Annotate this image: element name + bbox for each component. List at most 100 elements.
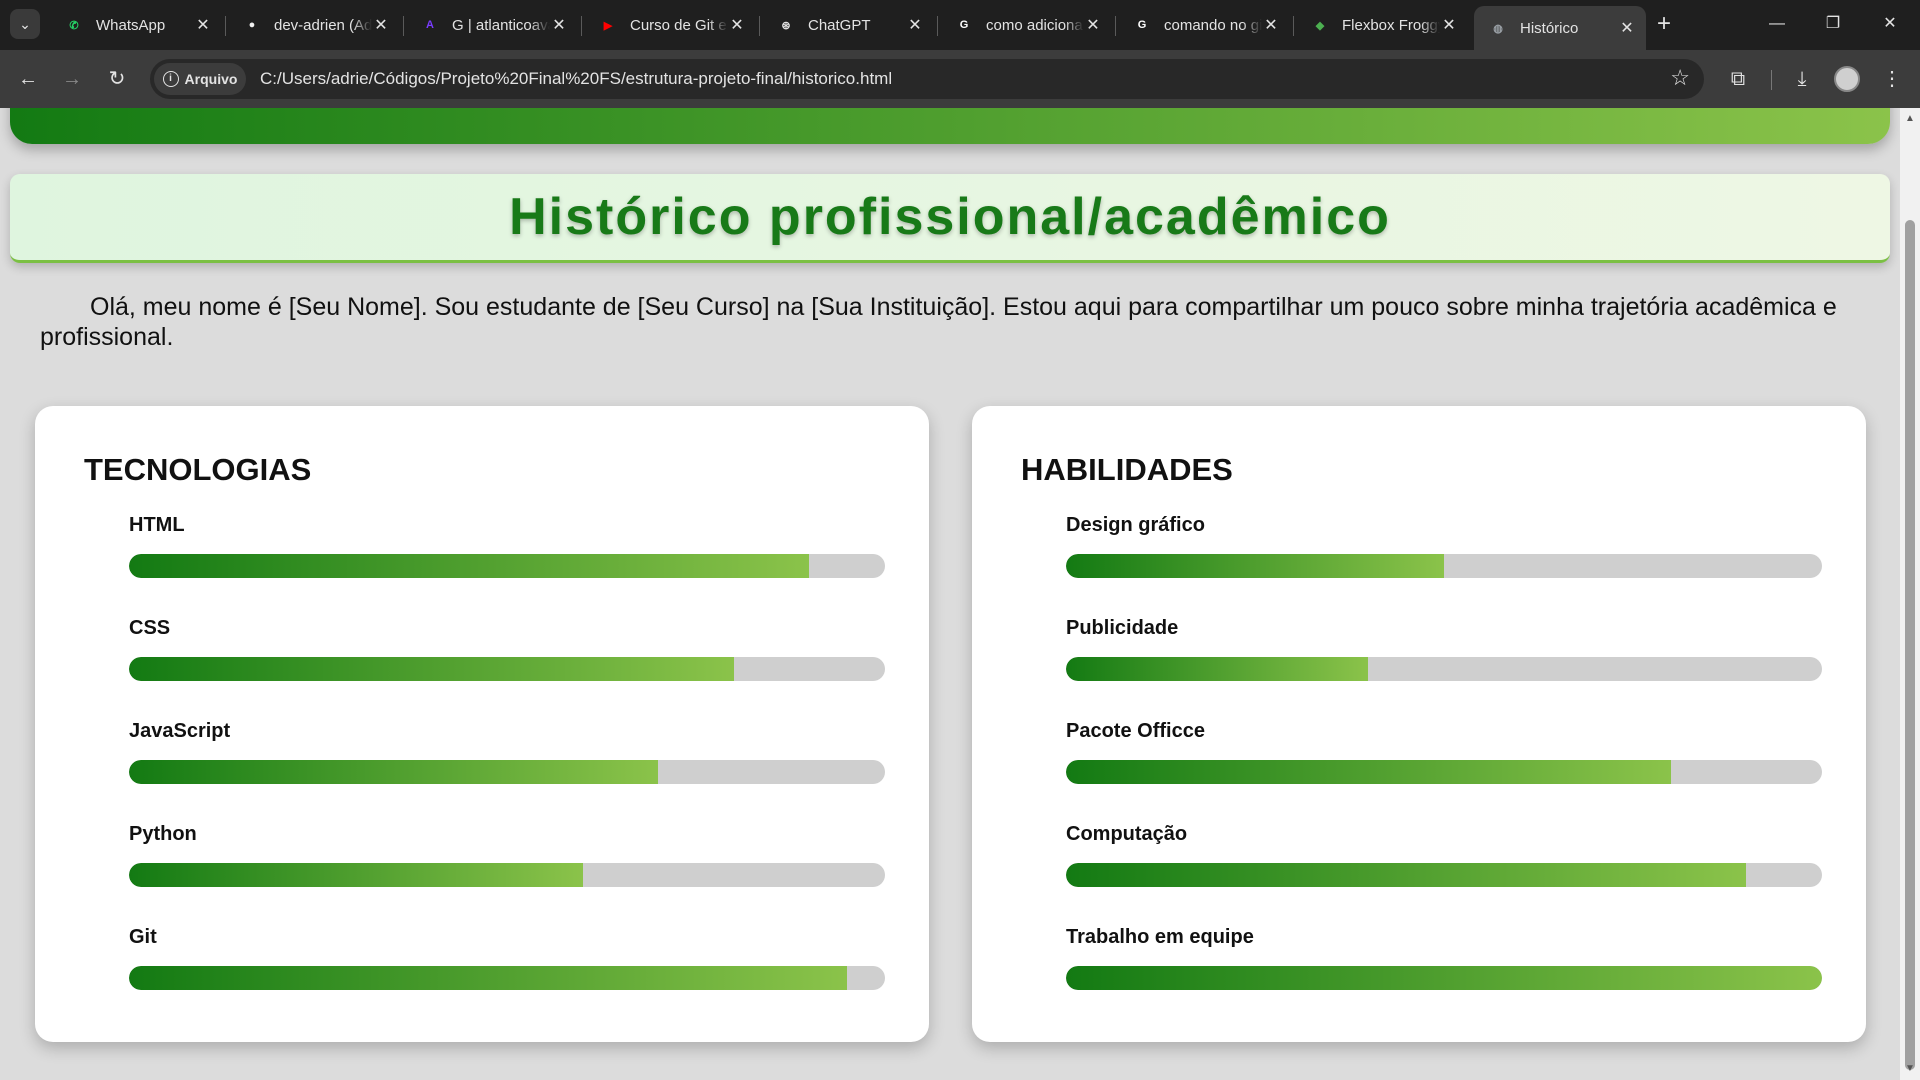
menu-button[interactable]: ⋮ [1876,63,1908,95]
restore-icon: ❐ [1825,15,1841,32]
site-info-chip[interactable]: i Arquivo [154,63,246,95]
info-icon: i [162,71,179,87]
progress-track [1066,966,1822,990]
tab-separator [581,16,582,36]
url-text[interactable]: C:/Users/adrie/Códigos/Projeto%20Final%2… [260,59,892,99]
tab-close-icon[interactable]: ✕ [1262,15,1280,35]
browser-toolbar: ← → ↻ i Arquivo C:/Users/adrie/Códigos/P… [0,50,1920,108]
tab-close-icon[interactable]: ✕ [906,15,924,35]
tab-separator [759,16,760,36]
whatsapp-icon: ✆ [69,19,79,32]
tab-1[interactable]: ✆ WhatsApp ✕ [50,6,222,44]
progress-track [129,966,885,990]
close-icon: ✕ [1883,15,1897,32]
address-bar[interactable]: i Arquivo C:/Users/adrie/Códigos/Projeto… [150,59,1704,99]
tab-close-icon[interactable]: ✕ [550,15,568,35]
progress-fill [129,966,848,990]
tab-separator [1115,16,1116,36]
skills-title: HABILIDADES [1021,452,1233,487]
profile-avatar[interactable] [1834,66,1860,92]
progress-track [129,657,885,681]
tab-close-icon[interactable]: ✕ [194,15,212,35]
restore-button[interactable]: ❐ [1813,10,1853,38]
tab-3[interactable]: A G | atlanticoavanti✕ [406,6,578,44]
progress-track [129,863,885,887]
page-header-bar [10,108,1890,144]
globe-icon: ◍ [1493,22,1503,35]
title-banner: Histórico profissional/acadêmico [10,174,1890,263]
tab-8[interactable]: ◆ Flexbox Froggy ✕ [1296,6,1468,44]
progress-track [1066,554,1822,578]
chatgpt-icon: ⊛ [781,19,791,32]
minimize-button[interactable]: — [1757,10,1797,38]
tab-6[interactable]: Gcomo adicionar ✕ [940,6,1112,44]
tab-close-icon[interactable]: ✕ [1618,18,1636,38]
tab-separator [1293,16,1294,36]
frog-icon: ◆ [1315,19,1325,32]
downloads-button[interactable]: ⤓ [1786,63,1818,95]
progress-fill [1066,760,1671,784]
progress-track [1066,863,1822,887]
tab-4[interactable]: ▶ Curso de Git e GitHub✕ [584,6,756,44]
chevron-down-icon: ⌄ [19,15,31,32]
plus-icon: + [1656,10,1671,37]
skill-label: Python [129,823,197,845]
progress-fill [129,863,583,887]
reload-icon: ↻ [108,68,126,90]
skill-label: JavaScript [129,720,231,742]
tab-title: como adicionar [986,16,1084,34]
scroll-up-arrow-icon[interactable]: ▲ [1904,114,1916,124]
tab-strip: ⌄ ✆WhatsApp✕●dev-adrien (Adrien)✕AG | at… [0,0,1920,50]
skill-label: Design gráfico [1066,514,1205,536]
toolbar-divider [1771,70,1772,90]
atlantico-icon: A [426,19,434,31]
kebab-menu-icon: ⋮ [1882,68,1902,90]
close-window-button[interactable]: ✕ [1870,10,1910,38]
google-icon: G [959,19,969,31]
vertical-scrollbar[interactable]: ▲ ▼ [1900,108,1920,1080]
skill-label: Trabalho em equipe [1066,926,1254,948]
scroll-down-arrow-icon[interactable]: ▼ [1904,1064,1916,1074]
tab-close-icon[interactable]: ✕ [372,15,390,35]
skill-label: Publicidade [1066,617,1179,639]
tab-separator [225,16,226,36]
tab-title: Curso de Git e GitHub [630,16,728,34]
progress-fill [1066,863,1747,887]
reload-button[interactable]: ↻ [101,63,133,95]
progress-fill [1066,554,1444,578]
progress-fill [129,760,659,784]
tab-search-button[interactable]: ⌄ [10,9,40,39]
progress-track [129,760,885,784]
progress-fill [1066,966,1822,990]
progress-fill [129,554,810,578]
extensions-button[interactable]: ⧉ [1722,63,1754,95]
forward-button[interactable]: → [56,63,88,95]
new-tab-button[interactable]: + [1650,10,1678,38]
back-button[interactable]: ← [12,63,44,95]
arrow-left-icon: ← [18,68,38,90]
tab-title: WhatsApp [96,16,166,34]
tab-5[interactable]: ⊛ ChatGPT ✕ [762,6,934,44]
youtube-icon: ▶ [603,19,613,32]
page-viewport: Histórico profissional/acadêmico Olá, me… [0,108,1900,1080]
bookmark-star-icon[interactable]: ☆ [1670,65,1690,91]
tab-2[interactable]: ● dev-adrien (Adrien)✕ [228,6,400,44]
technologies-card: TECNOLOGIAS HTML CSS JavaScript Python Git [35,406,929,1042]
intro-paragraph: Olá, meu nome é [Seu Nome]. Sou estudant… [40,293,1837,351]
github-icon: ● [248,19,256,31]
puzzle-icon: ⧉ [1730,68,1746,90]
scrollbar-thumb[interactable] [1905,220,1915,1070]
technologies-title: TECNOLOGIAS [84,452,312,487]
progress-track [129,554,885,578]
tab-close-icon[interactable]: ✕ [1440,15,1458,35]
skill-label: Git [129,926,157,948]
tab-close-icon[interactable]: ✕ [1084,15,1102,35]
tab-close-icon[interactable]: ✕ [728,15,746,35]
progress-track [1066,657,1822,681]
download-icon: ⤓ [1797,68,1807,90]
tab-9[interactable]: ◍ Histórico ✕ [1474,6,1646,50]
google-icon: G [1137,19,1147,31]
skill-label: Computação [1066,823,1188,845]
tab-7[interactable]: Gcomando no git ✕ [1118,6,1290,44]
tab-title: ChatGPT [808,16,871,34]
